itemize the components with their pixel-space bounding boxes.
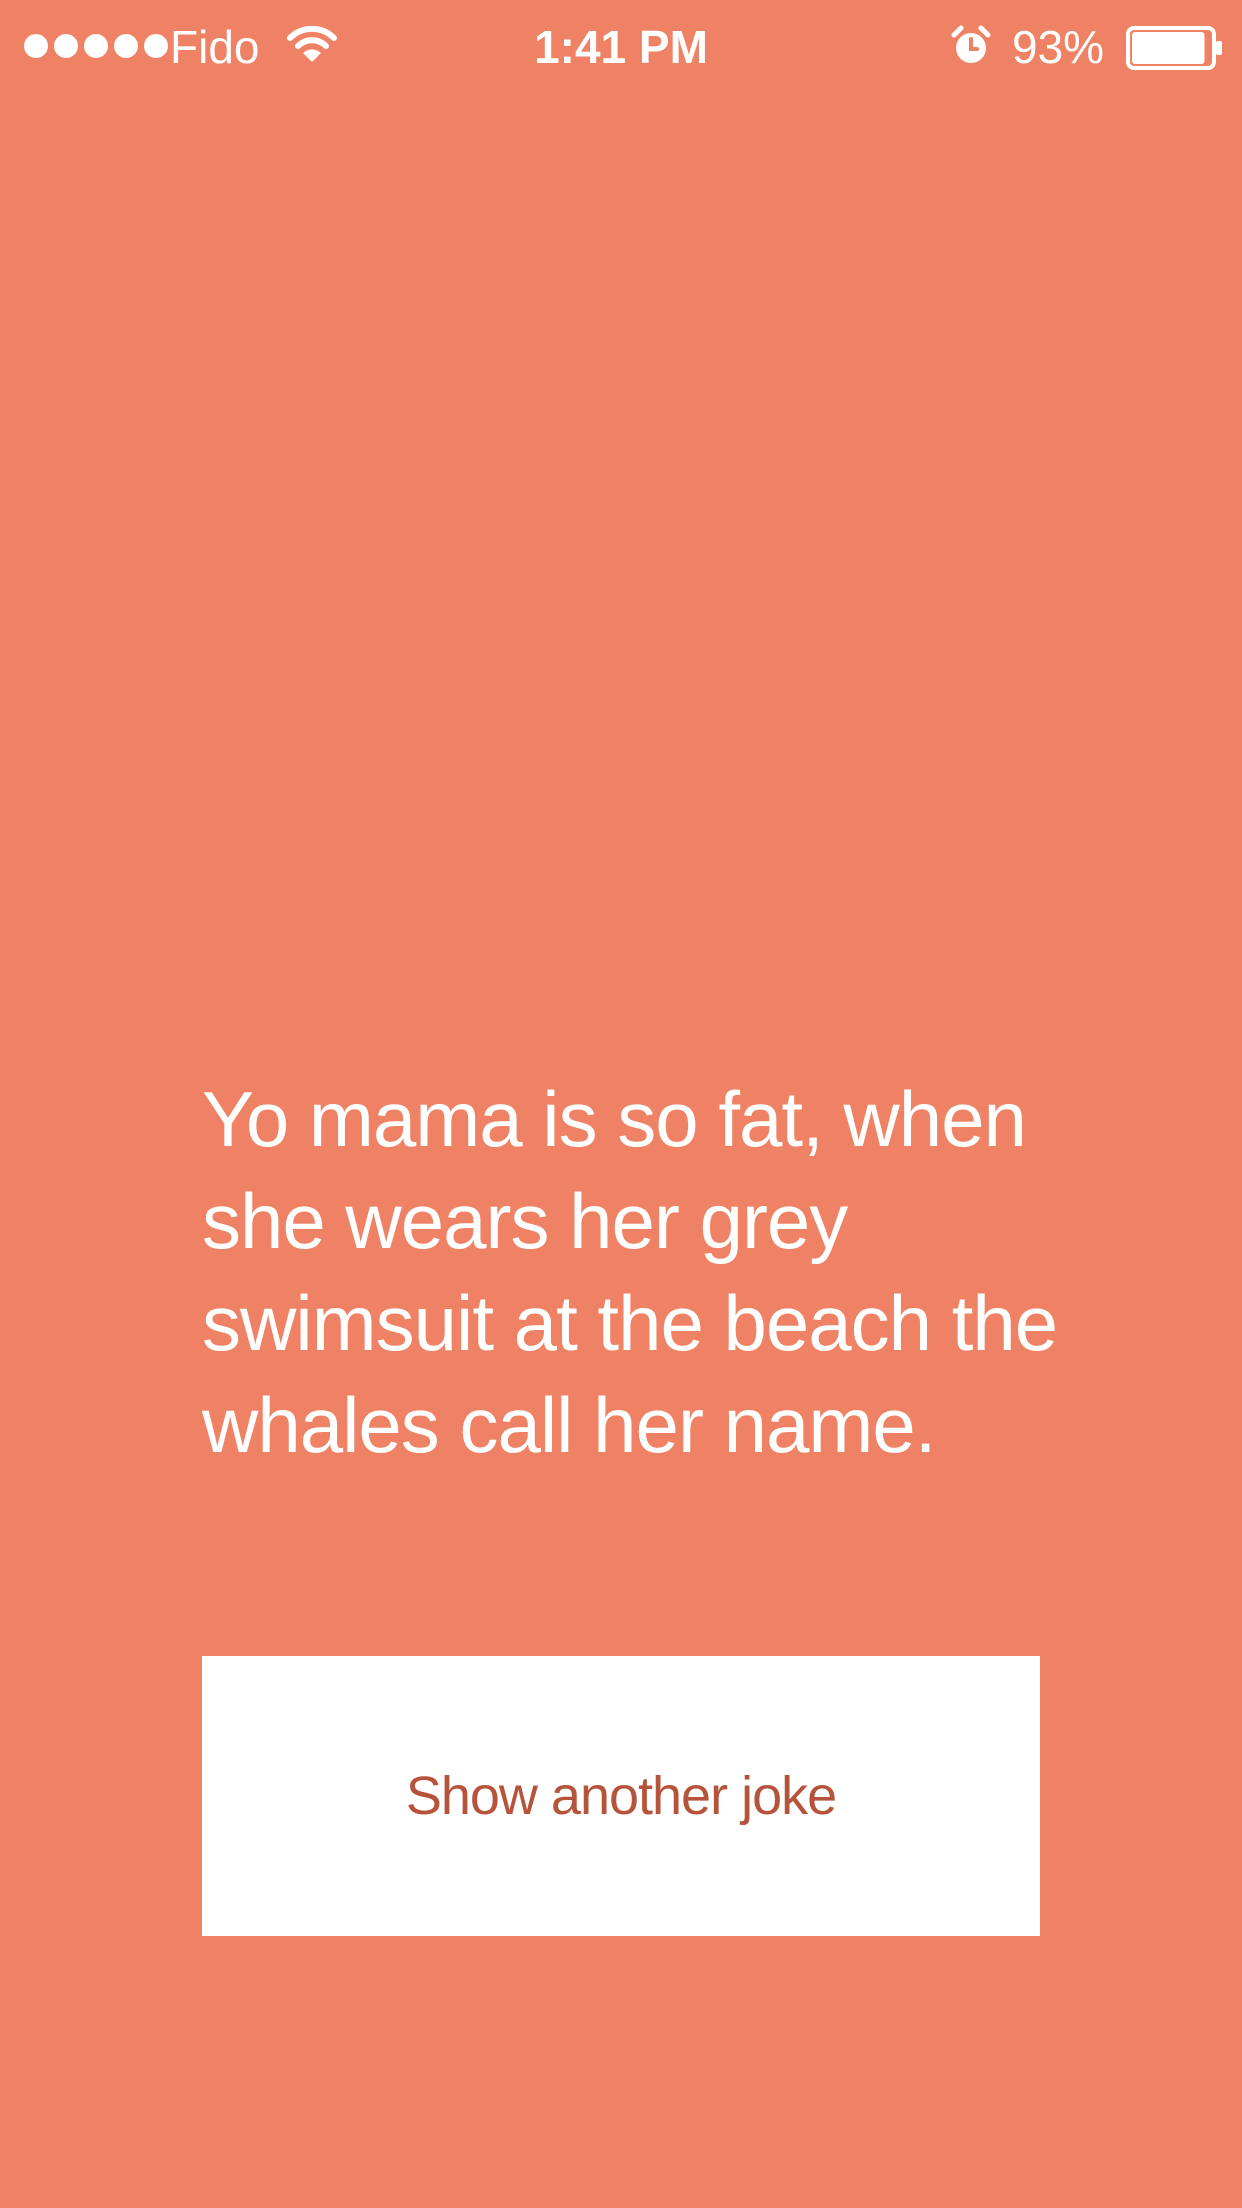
- joke-text: Yo mama is so fat, when she wears her gr…: [202, 1075, 1058, 1469]
- battery-level-fill: [1132, 32, 1205, 64]
- battery-icon: [1126, 26, 1222, 70]
- status-bar: Fido 1:41 PM 93%: [0, 0, 1242, 96]
- alarm-icon: [951, 25, 991, 63]
- battery-percent: 93%: [1012, 21, 1105, 73]
- show-another-joke-label: Show another joke: [405, 1766, 837, 1826]
- show-another-joke-button[interactable]: Show another joke: [202, 1656, 1040, 1936]
